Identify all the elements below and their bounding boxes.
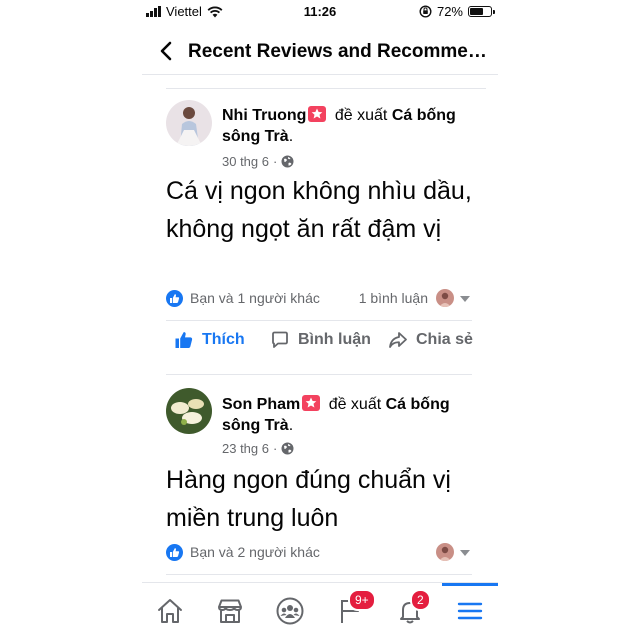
back-chevron-icon[interactable] — [156, 40, 178, 62]
page-title: Recent Reviews and Recommen... — [188, 41, 494, 62]
orientation-lock-icon — [419, 5, 432, 18]
post-actions: Thích Bình luận Chia sẻ — [166, 330, 476, 360]
tab-marketplace[interactable] — [210, 593, 250, 629]
recommend-verb: đề xuất — [328, 396, 382, 413]
recommend-badge-icon — [308, 106, 327, 122]
recommend-verb: đề xuất — [334, 107, 388, 124]
post-meta: 23 thg 6 · — [222, 441, 294, 456]
separator-dot: · — [273, 154, 278, 169]
thumbs-up-icon — [175, 332, 193, 348]
bottom-tab-bar: 9+ 2 — [142, 582, 498, 640]
reaction-summary[interactable]: Bạn và 1 người khác — [190, 290, 320, 306]
avatar[interactable] — [166, 100, 212, 146]
viewer-avatar[interactable] — [436, 289, 454, 307]
like-reaction-icon — [166, 290, 183, 307]
divider — [166, 374, 472, 375]
notifications-badge: 2 — [410, 589, 431, 611]
groups-icon — [276, 597, 304, 625]
post-date[interactable]: 30 thg 6 — [222, 154, 269, 169]
share-icon — [389, 332, 407, 348]
viewer-avatar[interactable] — [436, 543, 454, 561]
avatar[interactable] — [166, 388, 212, 434]
like-reaction-icon — [166, 544, 183, 561]
pages-badge: 9+ — [348, 589, 376, 611]
comment-label: Bình luận — [298, 331, 371, 348]
recommend-badge-icon — [302, 395, 321, 411]
tab-pages[interactable]: 9+ — [330, 589, 376, 629]
divider — [166, 574, 472, 575]
post-body: Hàng ngon đúng chuẩn vị miền trung luôn — [166, 466, 451, 532]
globe-icon — [281, 155, 294, 168]
phone-screen: Viettel 11:26 72% Recent Reviews and Rec… — [142, 0, 498, 640]
post-meta: 30 thg 6 · — [222, 154, 294, 169]
share-button[interactable]: Chia sẻ — [388, 330, 473, 350]
nav-header: Recent Reviews and Recommen... — [142, 30, 498, 75]
post-header: Son Pham đề xuất Cá bống sông Trà. — [222, 395, 450, 434]
home-icon — [158, 599, 182, 623]
caret-down-icon[interactable] — [460, 550, 470, 556]
battery-icon — [468, 6, 495, 17]
caret-down-icon[interactable] — [460, 296, 470, 302]
battery-percent: 72% — [436, 4, 463, 19]
divider — [166, 88, 486, 89]
globe-icon — [281, 442, 294, 455]
tab-menu[interactable] — [450, 593, 490, 629]
menu-icon — [457, 602, 483, 620]
author-name[interactable]: Nhi Truong — [222, 107, 306, 124]
tab-notifications[interactable]: 2 — [390, 589, 431, 629]
reactions-row[interactable]: Bạn và 1 người khác 1 bình luận — [166, 289, 472, 309]
separator-dot: · — [273, 441, 278, 456]
comment-button[interactable]: Bình luận — [270, 330, 371, 350]
author-name[interactable]: Son Pham — [222, 396, 300, 413]
share-label: Chia sẻ — [416, 331, 473, 348]
post-body: Cá vị ngon không nhìu dầu, không ngọt ăn… — [166, 177, 472, 243]
comment-icon — [272, 331, 288, 348]
like-label: Thích — [202, 331, 245, 348]
reaction-summary[interactable]: Bạn và 2 người khác — [190, 544, 320, 560]
tab-groups[interactable] — [270, 593, 310, 629]
status-bar: Viettel 11:26 72% — [142, 0, 498, 26]
like-button[interactable]: Thích — [174, 330, 245, 350]
divider — [166, 320, 472, 321]
status-right: 72% — [419, 4, 495, 19]
post-header: Nhi Truong đề xuất Cá bống sông Trà. — [222, 106, 456, 145]
post-date[interactable]: 23 thg 6 — [222, 441, 269, 456]
reactions-row[interactable]: Bạn và 2 người khác — [166, 543, 472, 563]
marketplace-icon — [218, 599, 242, 623]
tab-home[interactable] — [150, 593, 190, 629]
comment-count[interactable]: 1 bình luận — [359, 290, 428, 306]
active-tab-indicator — [442, 583, 498, 586]
